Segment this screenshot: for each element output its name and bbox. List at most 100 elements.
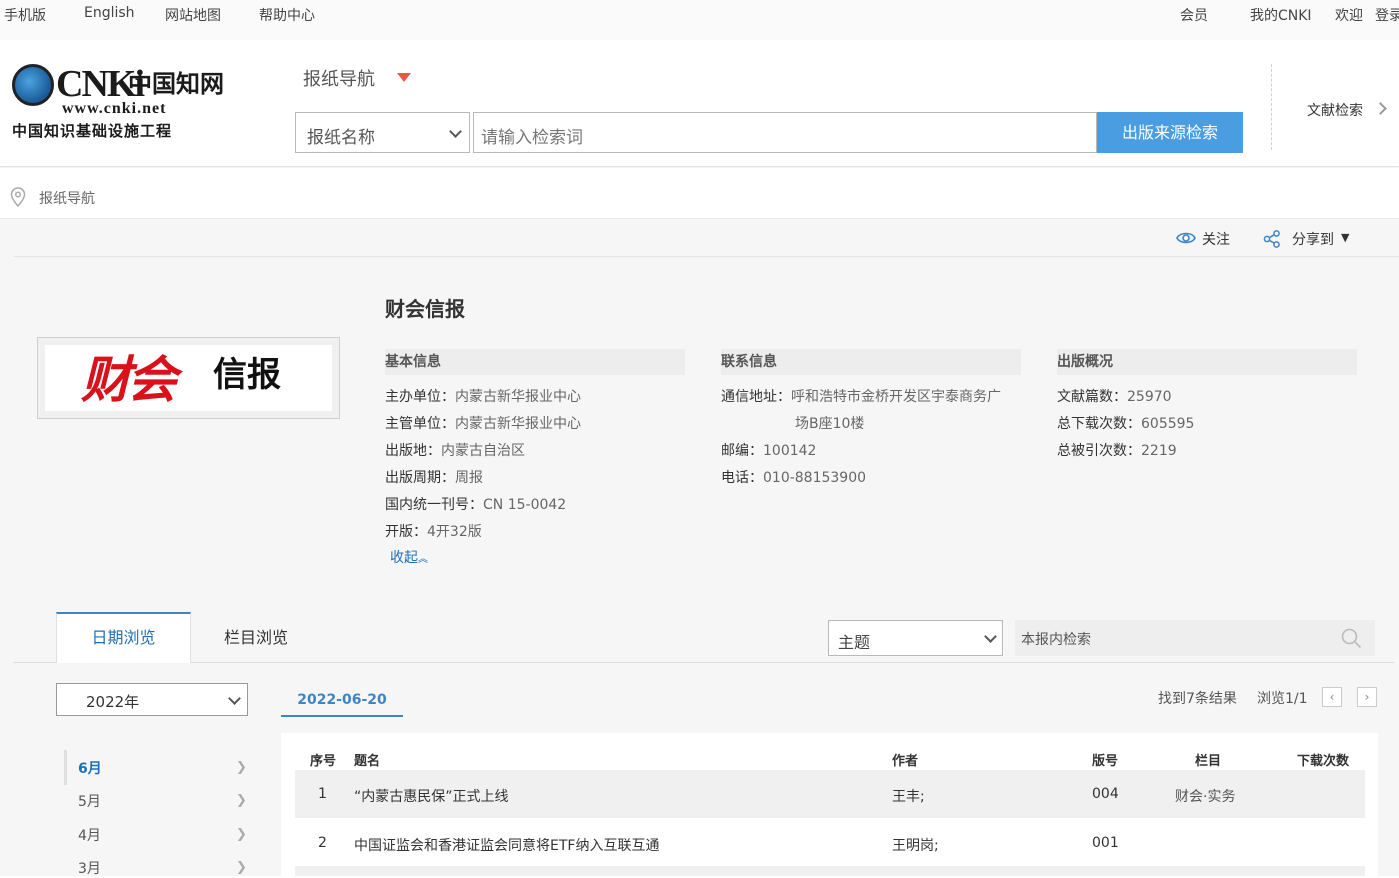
cover-text-red: 财会 [81, 350, 177, 409]
breadcrumb-item[interactable]: 报纸导航 [39, 188, 95, 208]
month-item-may[interactable]: 5月 [78, 791, 101, 811]
month-item-apr[interactable]: 4月 [78, 825, 101, 845]
info-address-line2: 场B座10楼 [795, 416, 865, 432]
breadcrumb: 报纸导航 [0, 168, 1399, 219]
info-host: 主办单位：内蒙古新华报业中心 [385, 389, 581, 405]
col-header-edition: 版号 [1092, 754, 1119, 769]
year-select-value: 2022年 [86, 693, 140, 711]
col-header-downloads: 下载次数 [1297, 754, 1350, 769]
search-placeholder: 请输入检索词 [481, 128, 583, 148]
chevron-right-icon[interactable]: ❯ [236, 860, 247, 875]
chevron-right-icon[interactable] [1374, 102, 1387, 115]
header: CNKi 中国知网 www.cnki.net 中国知识基础设施工程 报纸导航 报… [0, 40, 1399, 167]
chevron-right-icon[interactable]: ❯ [236, 793, 247, 808]
logo-cn-name: 中国知网 [128, 69, 224, 98]
row-no: 2 [318, 835, 327, 851]
inner-search-field-value: 主题 [838, 633, 871, 652]
tabs-divider [14, 662, 1394, 663]
chevron-down-icon [228, 692, 241, 705]
search-input[interactable]: 请输入检索词 [473, 112, 1097, 153]
help-center-link[interactable]: 帮助中心 [259, 5, 315, 25]
row-column: 财会·实务 [1175, 789, 1236, 805]
double-chevron-up-icon: ︽ [418, 554, 428, 565]
member-link[interactable]: 会员 [1180, 5, 1208, 25]
year-select[interactable]: 2022年 [56, 683, 248, 716]
info-place: 出版地：内蒙古自治区 [385, 443, 525, 459]
sitemap-link[interactable]: 网站地图 [165, 5, 221, 25]
logo-tagline: 中国知识基础设施工程 [12, 122, 173, 140]
info-download-count: 总下载次数：605595 [1057, 416, 1195, 432]
date-tab[interactable]: 2022-06-20 [281, 680, 403, 717]
top-bar: 手机版 English 网站地图 帮助中心 会员 我的CNKI 欢迎 登录 [0, 0, 1399, 41]
english-link[interactable]: English [84, 5, 135, 21]
info-cn: 国内统一刊号：CN 15-0042 [385, 497, 567, 513]
chevron-down-icon [449, 125, 462, 138]
source-search-button[interactable]: 出版来源检索 [1097, 112, 1243, 153]
month-item-mar[interactable]: 3月 [78, 858, 101, 878]
chevron-down-icon [984, 630, 997, 643]
col-header-title: 题名 [354, 754, 381, 769]
search-icon[interactable] [1341, 628, 1362, 649]
info-zip: 邮编：100142 [721, 443, 817, 459]
cover-text-black: 信报 [213, 355, 281, 395]
info-admin: 主管单位：内蒙古新华报业中心 [385, 416, 581, 432]
row-title-link[interactable]: 中国证监会和香港证监会同意将ETF纳入互联互通 [354, 835, 659, 855]
inner-search-placeholder: 本报内检索 [1021, 632, 1091, 648]
welcome-text: 欢迎 [1335, 8, 1363, 24]
month-item-jun[interactable]: 6月 [78, 758, 102, 778]
row-edition: 001 [1092, 835, 1119, 851]
tab-date-browse[interactable]: 日期浏览 [56, 612, 191, 663]
location-pin-icon [10, 187, 26, 207]
tab-column-browse[interactable]: 栏目浏览 [224, 624, 288, 648]
col-header-no: 序号 [310, 754, 337, 769]
col-header-column: 栏目 [1195, 754, 1222, 769]
my-cnki-link[interactable]: 我的CNKI [1250, 5, 1312, 25]
inner-search-field-select[interactable]: 主题 [828, 620, 1003, 656]
publish-overview-heading: 出版概况 [1057, 349, 1357, 375]
search-type-select[interactable]: 报纸名称 [295, 112, 470, 153]
row-edition: 004 [1092, 786, 1119, 802]
info-cited-count: 总被引次数：2219 [1057, 443, 1177, 459]
page-indicator: 浏览1/1 [1257, 691, 1308, 707]
results-count: 找到7条结果 [1158, 691, 1237, 707]
collapse-link[interactable]: 收起︽ [390, 547, 428, 567]
logo-url: www.cnki.net [62, 100, 167, 117]
chevron-right-icon[interactable]: ❯ [236, 760, 247, 775]
next-page-button[interactable]: › [1357, 687, 1377, 707]
row-no: 1 [318, 786, 327, 802]
doc-search-link[interactable]: 文献检索 [1307, 100, 1363, 120]
follow-button[interactable]: 关注 [1202, 229, 1230, 249]
dropdown-triangle-icon[interactable] [397, 73, 411, 82]
chevron-right-icon[interactable]: ❯ [236, 827, 247, 842]
basic-info-heading: 基本信息 [385, 349, 685, 375]
info-doc-count: 文献篇数：25970 [1057, 389, 1172, 405]
table-row[interactable] [295, 866, 1365, 876]
share-icon[interactable] [1263, 230, 1281, 248]
mobile-link[interactable]: 手机版 [4, 5, 46, 25]
inner-search-input[interactable]: 本报内检索 [1015, 620, 1375, 656]
month-list-rail [64, 750, 67, 785]
contact-info-heading: 联系信息 [721, 349, 1021, 375]
row-author-link[interactable]: 王明岗; [892, 835, 939, 855]
row-title-link[interactable]: “内蒙古惠民保”正式上线 [354, 786, 509, 806]
paper-cover-image: 财会 信报 [45, 345, 332, 411]
eye-icon[interactable] [1176, 229, 1196, 247]
info-cycle: 出版周期：周报 [385, 470, 483, 486]
share-dropdown-icon[interactable]: ▼ [1341, 231, 1349, 244]
cnki-logo[interactable]: CNKi 中国知网 www.cnki.net 中国知识基础设施工程 [12, 62, 237, 142]
search-type-value: 报纸名称 [307, 128, 375, 148]
prev-page-button[interactable]: ‹ [1322, 687, 1342, 707]
newspaper-nav-title[interactable]: 报纸导航 [303, 65, 375, 91]
col-header-author: 作者 [892, 754, 919, 769]
action-divider [14, 256, 1399, 257]
share-button[interactable]: 分享到 [1292, 229, 1334, 249]
header-divider [1271, 64, 1272, 150]
paper-title: 财会信报 [385, 297, 465, 321]
info-tel: 电话：010-88153900 [721, 470, 867, 486]
row-author-link[interactable]: 王丰; [892, 786, 925, 806]
info-format: 开版：4开32版 [385, 524, 482, 540]
paper-cover: 财会 信报 [37, 337, 340, 419]
login-link[interactable]: 登录 [1375, 5, 1399, 25]
globe-icon [12, 64, 54, 106]
info-address: 通信地址：呼和浩特市金桥开发区宇泰商务广 [721, 389, 1001, 405]
